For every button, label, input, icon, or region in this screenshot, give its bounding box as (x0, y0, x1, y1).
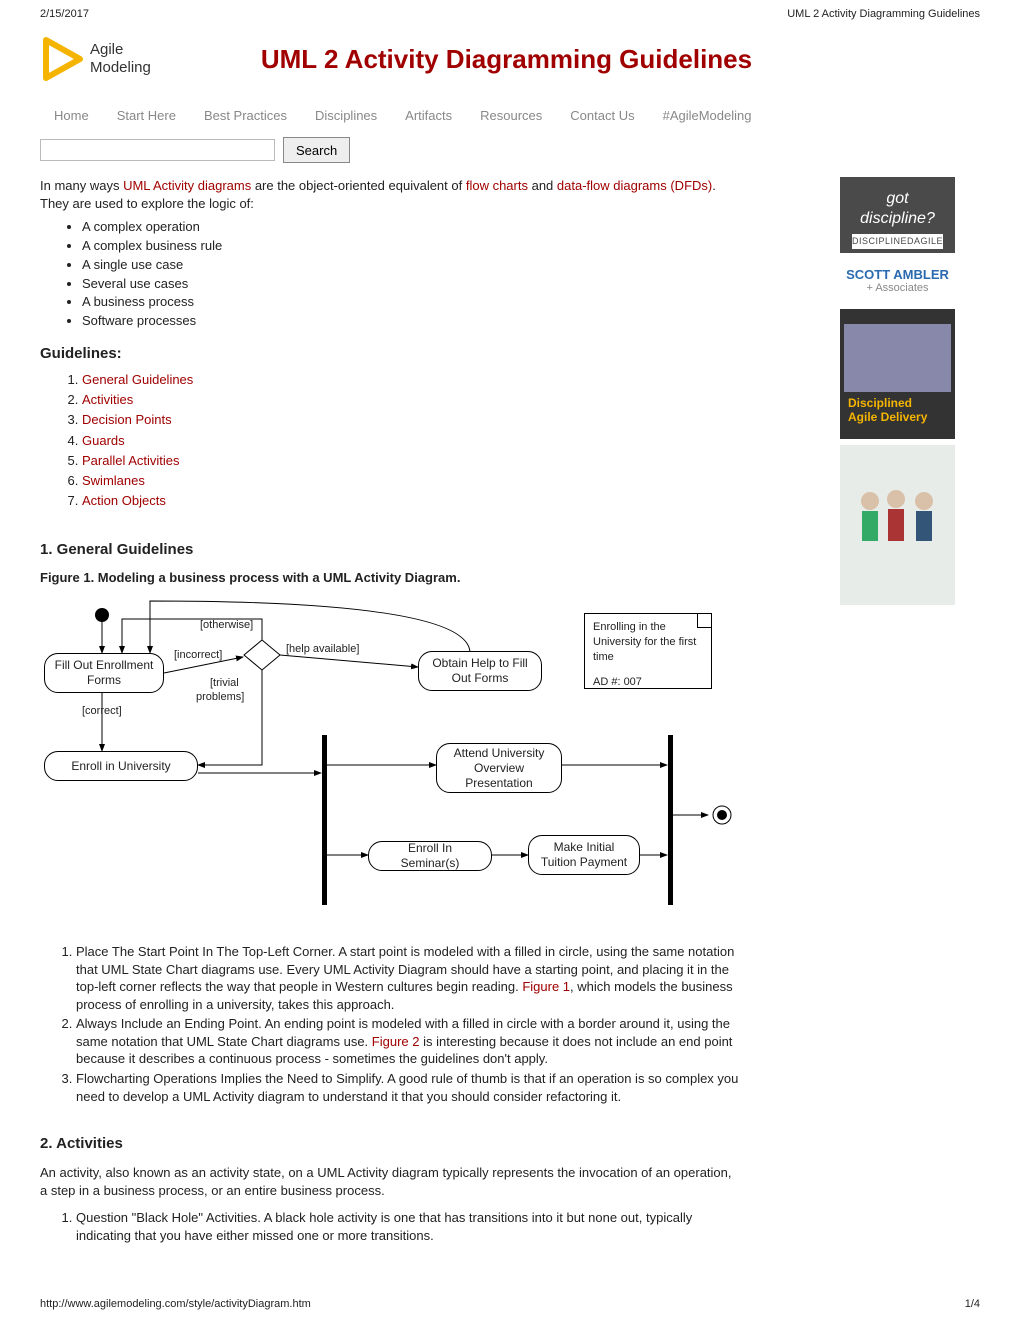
link-swimlanes[interactable]: Swimlanes (82, 473, 145, 488)
guidelines-list: General Guidelines Activities Decision P… (82, 370, 740, 511)
list-item: A complex business rule (82, 237, 740, 256)
main-nav: Home Start Here Best Practices Disciplin… (40, 108, 980, 123)
list-item: Several use cases (82, 275, 740, 294)
link-guards[interactable]: Guards (82, 433, 125, 448)
footer-page: 1/4 (965, 1298, 980, 1310)
guard-correct: [correct] (82, 705, 122, 717)
list-item: Flowcharting Operations Implies the Need… (76, 1070, 740, 1105)
link-dfds[interactable]: data-flow diagrams (DFDs) (557, 178, 712, 193)
figure-1-diagram: Fill Out Enrollment Forms Enroll in Univ… (40, 595, 740, 925)
link-figure-2[interactable]: Figure 2 (372, 1034, 420, 1049)
logo-triangle-icon (40, 34, 84, 84)
section-1-heading: 1. General Guidelines (40, 541, 740, 558)
nav-artifacts[interactable]: Artifacts (405, 108, 452, 123)
people-illustration-icon (848, 475, 948, 575)
ad-disciplined-agile-book[interactable]: Disciplined Agile Delivery (840, 309, 955, 439)
section-2-heading: 2. Activities (40, 1135, 740, 1152)
list-item: Software processes (82, 312, 740, 331)
logo[interactable]: Agile Modeling (40, 34, 151, 84)
guard-otherwise: [otherwise] (200, 619, 253, 631)
search-button[interactable]: Search (283, 137, 350, 163)
guard-trivial-1: [trivial (210, 677, 239, 689)
link-figure-1[interactable]: Figure 1 (522, 979, 570, 994)
activity-obtain-help: Obtain Help to Fill Out Forms (418, 651, 542, 691)
activity-enroll-seminar: Enroll In Seminar(s) (368, 841, 492, 871)
guidelines-heading: Guidelines: (40, 345, 740, 362)
link-decision-points[interactable]: Decision Points (82, 412, 172, 427)
link-activities[interactable]: Activities (82, 392, 133, 407)
ad-got-discipline[interactable]: got discipline? DISCIPLINEDAGILE (840, 177, 955, 253)
page-title: UML 2 Activity Diagramming Guidelines (261, 44, 752, 75)
intro-paragraph: In many ways UML Activity diagrams are t… (40, 177, 740, 212)
nav-agilemodeling[interactable]: #AgileModeling (663, 108, 752, 123)
list-item: A single use case (82, 256, 740, 275)
logic-list: A complex operation A complex business r… (82, 218, 740, 331)
section-2-paragraph: An activity, also known as an activity s… (40, 1164, 740, 1199)
list-item: Place The Start Point In The Top-Left Co… (76, 943, 740, 1013)
sidebar-ads: got discipline? DISCIPLINEDAGILE SCOTT A… (840, 177, 980, 1254)
activity-enroll-university: Enroll in University (44, 751, 198, 781)
link-action-objects[interactable]: Action Objects (82, 493, 166, 508)
nav-home[interactable]: Home (54, 108, 89, 123)
ad-scott-ambler[interactable]: SCOTT AMBLER + Associates (840, 259, 955, 303)
footer-url: http://www.agilemodeling.com/style/activ… (40, 1298, 311, 1310)
activities-rules-list: Question "Black Hole" Activities. A blac… (76, 1209, 740, 1244)
link-uml-activity[interactable]: UML Activity diagrams (123, 178, 251, 193)
activity-tuition-payment: Make Initial Tuition Payment (528, 835, 640, 875)
link-parallel-activities[interactable]: Parallel Activities (82, 453, 180, 468)
guard-incorrect: [incorrect] (174, 649, 222, 661)
print-title: UML 2 Activity Diagramming Guidelines (787, 8, 980, 20)
general-guidelines-list: Place The Start Point In The Top-Left Co… (76, 943, 740, 1105)
logo-text: Agile Modeling (90, 41, 151, 77)
link-general-guidelines[interactable]: General Guidelines (82, 372, 193, 387)
search-input[interactable] (40, 139, 275, 161)
nav-best-practices[interactable]: Best Practices (204, 108, 287, 123)
link-flow-charts[interactable]: flow charts (466, 178, 528, 193)
diagram-note: Enrolling in the University for the firs… (584, 613, 712, 689)
nav-disciplines[interactable]: Disciplines (315, 108, 377, 123)
list-item: A business process (82, 293, 740, 312)
activity-fill-out-forms: Fill Out Enrollment Forms (44, 653, 164, 693)
figure-1-caption: Figure 1. Modeling a business process wi… (40, 570, 740, 585)
print-date: 2/15/2017 (40, 8, 89, 20)
activity-attend-presentation: Attend University Overview Presentation (436, 743, 562, 793)
list-item: Always Include an Ending Point. An endin… (76, 1015, 740, 1068)
list-item: A complex operation (82, 218, 740, 237)
guard-trivial-2: problems] (196, 691, 244, 703)
nav-contact-us[interactable]: Contact Us (570, 108, 634, 123)
nav-resources[interactable]: Resources (480, 108, 542, 123)
list-item: Question "Black Hole" Activities. A blac… (76, 1209, 740, 1244)
nav-start-here[interactable]: Start Here (117, 108, 176, 123)
ad-intro-book[interactable] (840, 445, 955, 605)
guard-help-available: [help available] (286, 643, 359, 655)
